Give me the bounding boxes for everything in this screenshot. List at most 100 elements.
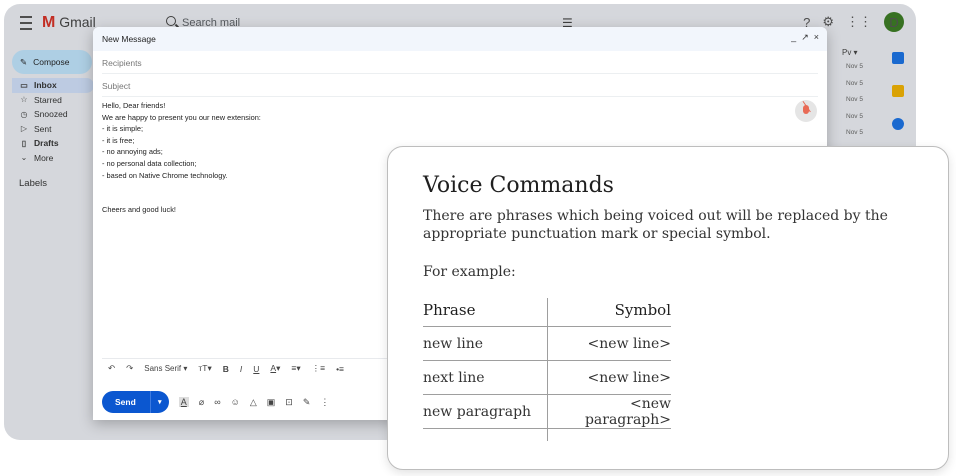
list-item-date: Nov 5 (846, 79, 863, 87)
send-icon: ▷ (20, 124, 28, 134)
compose-controls: _ ↗ × (791, 32, 819, 43)
sidebar-item-inbox[interactable]: ▭ Inbox (12, 78, 94, 93)
phrase-cell: next line (423, 360, 548, 395)
microphone-muted-icon[interactable] (795, 100, 817, 122)
gmail-logo-text: Gmail (59, 14, 96, 30)
apps-grid-icon[interactable]: ⋮⋮ (846, 14, 872, 30)
nav-list: ▭ Inbox ☆ Starred ◷ Snoozed ▷ Sent ▯ Drafts ⌄… (12, 78, 94, 165)
table-row: new paragraph <new paragraph> (423, 394, 671, 429)
sidebar-item-label: Drafts (34, 138, 59, 149)
bulleted-list-icon[interactable]: •≡ (336, 364, 344, 374)
body-line: - based on Native Chrome technology. (102, 170, 228, 180)
redo-icon[interactable]: ↷ (126, 363, 133, 374)
expand-icon[interactable]: ↗ (801, 32, 809, 43)
bold-icon[interactable]: B (223, 364, 229, 374)
sidebar-item-starred[interactable]: ☆ Starred (12, 93, 94, 108)
lock-icon[interactable]: ⊡ (285, 397, 293, 408)
list-item-date: Nov 5 (846, 96, 863, 103)
card-description: There are phrases which being voiced out… (423, 208, 888, 242)
list-item-date: Nov 5 (846, 112, 863, 120)
signature-icon[interactable]: ✎ (303, 397, 311, 408)
emoji-icon[interactable]: ☺ (231, 397, 240, 407)
send-row: Send ▾ A ⌀ ∞ ☺ △ ▣ ⊡ ✎ ⋮ (102, 391, 329, 413)
card-title: Voice Commands (423, 173, 614, 198)
recipients-placeholder: Recipients (102, 58, 142, 68)
sidebar-item-sent[interactable]: ▷ Sent (12, 122, 94, 137)
sidebar-item-label: Sent (34, 123, 52, 134)
column-header-phrase: Phrase (423, 298, 548, 327)
gmail-logo[interactable]: M Gmail (42, 14, 96, 32)
clock-icon: ◷ (20, 109, 28, 119)
symbol-cell: <new line> (547, 360, 671, 395)
pencil-icon: ✎ (20, 56, 28, 67)
more-options-icon[interactable]: ⋮ (320, 397, 329, 408)
phrase-cell: new paragraph (423, 394, 548, 429)
body-line: - no personal data collection; (102, 158, 197, 168)
sidebar-item-label: Snoozed (34, 109, 68, 120)
compose-button[interactable]: ✎ Compose (12, 50, 92, 74)
sidebar-item-snoozed[interactable]: ◷ Snoozed (12, 107, 94, 122)
close-icon[interactable]: × (814, 32, 819, 43)
body-line: Hello, Dear friends! (102, 101, 166, 110)
list-item-date: Nov 5 (846, 129, 863, 136)
symbol-cell: <new paragraph> (547, 394, 671, 429)
compose-title: New Message (102, 34, 156, 44)
subject-field[interactable]: Subject (102, 74, 818, 97)
drive-icon[interactable]: △ (250, 397, 257, 408)
align-icon[interactable]: ≡▾ (291, 363, 300, 374)
schedule-send-dropdown-icon[interactable]: ▾ (149, 391, 169, 413)
sidebar-item-label: More (34, 152, 54, 163)
list-header[interactable]: Pv ▾ (824, 48, 894, 57)
inbox-icon: ▭ (20, 80, 28, 90)
commands-table: Phrase Symbol new line <new line> next l… (423, 298, 671, 441)
search-icon[interactable] (166, 16, 176, 26)
sidebar-item-drafts[interactable]: ▯ Drafts (12, 136, 94, 151)
sidebar-item-more[interactable]: ⌄ More (12, 151, 94, 166)
formatting-toolbar: ↶ ↷ Sans Serif ▾ тT▾ B I U A▾ ≡▾ ⋮≡ •≡ (102, 358, 402, 378)
body-line: - it is simple; (102, 124, 144, 134)
table-header-row: Phrase Symbol (423, 298, 671, 327)
body-line: - it is free; (102, 135, 135, 145)
undo-icon[interactable]: ↶ (108, 363, 115, 374)
send-button[interactable]: Send ▾ (102, 391, 169, 413)
body-line: We are happy to present you our new exte… (102, 112, 261, 122)
column-header-symbol: Symbol (614, 301, 671, 319)
formatting-options-icon[interactable]: A (178, 397, 189, 407)
minimize-icon[interactable]: _ (791, 32, 796, 43)
table-row-empty (423, 428, 671, 441)
text-color-icon[interactable]: A▾ (270, 363, 280, 374)
font-name: Sans Serif (144, 364, 182, 373)
body-line: Cheers and good luck! (102, 205, 176, 215)
calendar-icon[interactable] (892, 52, 904, 64)
phrase-cell: new line (423, 326, 548, 361)
link-icon[interactable]: ∞ (214, 397, 220, 407)
body-line (102, 181, 261, 193)
symbol-cell: <new line> (547, 326, 671, 361)
example-label: For example: (423, 264, 516, 280)
send-label: Send (115, 397, 136, 407)
recipients-field[interactable]: Recipients (102, 51, 818, 74)
chevron-down-icon: ⌄ (20, 153, 28, 163)
numbered-list-icon[interactable]: ⋮≡ (312, 363, 325, 374)
font-size-icon[interactable]: тT▾ (198, 363, 211, 374)
side-panel-rail (888, 52, 908, 151)
draft-icon: ▯ (21, 138, 27, 148)
message-body[interactable]: Hello, Dear friends! We are happy to pre… (102, 100, 261, 216)
photo-icon[interactable]: ▣ (267, 397, 276, 408)
sidebar-item-label: Starred (34, 94, 62, 105)
avatar[interactable]: D (884, 12, 904, 32)
underline-icon[interactable]: U (253, 364, 259, 374)
font-select[interactable]: Sans Serif ▾ (144, 364, 187, 373)
subject-placeholder: Subject (102, 81, 131, 91)
voice-commands-card: Voice Commands There are phrases which b… (387, 146, 949, 470)
italic-icon[interactable]: I (240, 364, 242, 374)
tasks-icon[interactable] (892, 118, 904, 130)
star-icon: ☆ (20, 95, 28, 105)
body-line: - no annoying ads; (102, 147, 163, 157)
keep-icon[interactable] (892, 85, 904, 97)
sidebar-item-label: Inbox (34, 80, 57, 91)
table-row: new line <new line> (423, 326, 671, 361)
attach-icon[interactable]: ⌀ (199, 397, 204, 408)
table-row: next line <new line> (423, 360, 671, 395)
menu-icon[interactable] (20, 16, 32, 30)
